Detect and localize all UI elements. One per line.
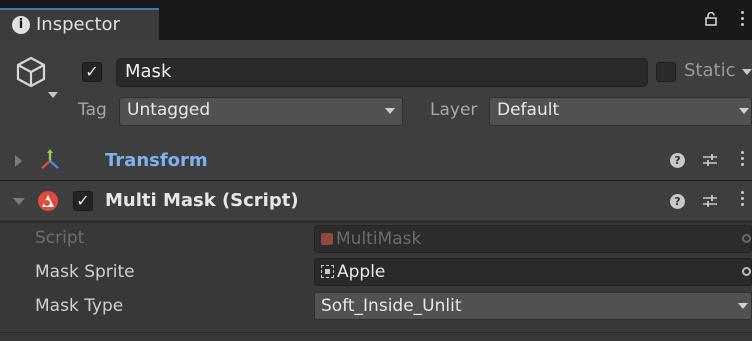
static-dropdown-caret[interactable] <box>742 69 752 75</box>
component-menu-icon[interactable] <box>741 151 745 169</box>
script-field: MultiMask <box>314 225 752 253</box>
mask-type-value: Soft_Inside_Unlit <box>321 296 462 316</box>
fold-arrow-transform[interactable] <box>15 155 22 167</box>
tab-inspector[interactable]: i Inspector <box>0 8 159 40</box>
lock-icon[interactable] <box>705 12 717 26</box>
sprite-icon <box>321 265 334 278</box>
tag-value: Untagged <box>127 100 211 120</box>
static-label[interactable]: Static <box>684 60 735 81</box>
mask-sprite-value: Apple <box>337 262 386 282</box>
mask-type-dropdown-caret <box>738 303 748 309</box>
layer-value: Default <box>497 100 560 120</box>
help-icon[interactable]: ? <box>670 194 685 209</box>
script-label: Script <box>35 228 85 248</box>
component-enabled-checkbox[interactable]: ✓ <box>73 191 93 211</box>
static-checkbox[interactable] <box>656 62 676 82</box>
tag-label: Tag <box>78 100 107 120</box>
help-icon[interactable]: ? <box>670 153 685 168</box>
fold-arrow-multi-mask[interactable] <box>13 198 25 205</box>
object-picker-icon[interactable] <box>742 267 751 276</box>
info-icon: i <box>12 16 30 34</box>
presets-icon[interactable] <box>703 195 717 207</box>
layer-dropdown-caret <box>739 108 749 114</box>
mask-sprite-label: Mask Sprite <box>35 262 135 282</box>
layer-dropdown[interactable]: Default <box>489 97 752 126</box>
mask-type-label: Mask Type <box>35 296 124 316</box>
tab-menu-icon[interactable] <box>741 11 745 29</box>
multi-mask-title[interactable]: Multi Mask (Script) <box>105 190 299 211</box>
icon-dropdown-caret[interactable] <box>48 92 58 98</box>
component-menu-icon[interactable] <box>741 191 745 209</box>
script-icon <box>38 191 58 211</box>
mask-sprite-field[interactable]: Apple <box>314 258 752 286</box>
transform-title[interactable]: Transform <box>105 150 208 171</box>
active-checkbox[interactable]: ✓ <box>82 62 102 82</box>
script-file-icon <box>321 233 333 245</box>
script-value: MultiMask <box>336 229 422 249</box>
divider <box>0 332 752 333</box>
object-header <box>0 40 752 142</box>
presets-icon[interactable] <box>703 154 717 166</box>
transform-icon <box>41 149 59 169</box>
object-name-field[interactable]: Mask <box>116 58 648 87</box>
tag-dropdown-caret <box>385 108 395 114</box>
object-picker-icon <box>742 234 751 243</box>
layer-label: Layer <box>430 100 478 120</box>
tab-label: Inspector <box>36 14 120 35</box>
mask-type-dropdown[interactable]: Soft_Inside_Unlit <box>314 292 752 320</box>
gameobject-icon[interactable] <box>14 55 48 89</box>
tag-dropdown[interactable]: Untagged <box>119 97 403 126</box>
